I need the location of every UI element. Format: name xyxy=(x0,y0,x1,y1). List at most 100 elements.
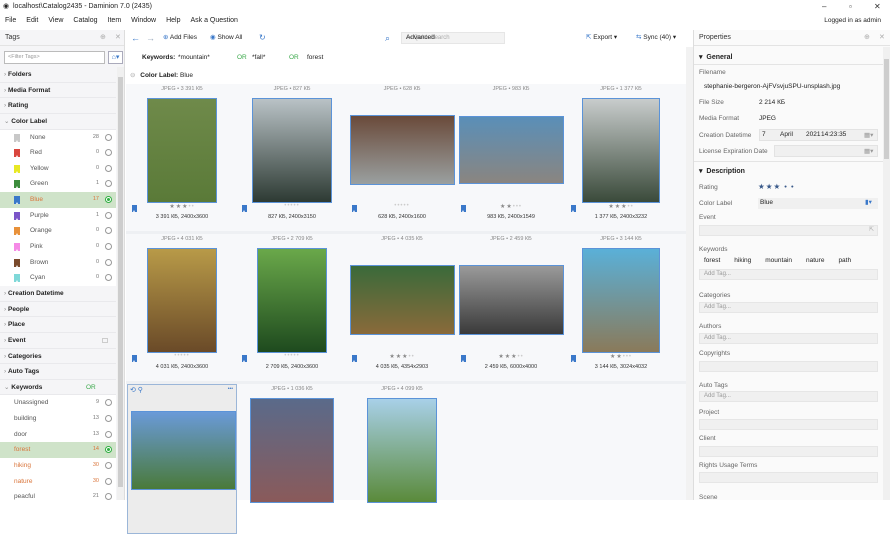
keyword-tag[interactable]: path xyxy=(838,257,851,264)
tag-section-place[interactable]: › Place xyxy=(0,317,116,333)
categories-add-tag-input[interactable]: Add Tag... xyxy=(699,302,878,313)
menu-file[interactable]: File xyxy=(0,13,21,29)
rating-stars[interactable]: ••••• xyxy=(347,203,457,209)
thumbnail-tile[interactable]: JPEG • 2 459 КБ ★★★•• 2 459 КБ, 6000x4000 xyxy=(456,234,566,384)
rating-stars[interactable]: ••••• xyxy=(237,353,347,359)
rating-stars[interactable]: ★★★•• xyxy=(127,203,237,210)
tag-item[interactable]: Blue 17 xyxy=(0,192,116,208)
thumbnail-image[interactable] xyxy=(130,411,236,490)
tag-item[interactable]: Cyan 0 xyxy=(0,270,116,286)
properties-scrollbar[interactable] xyxy=(883,47,890,500)
thumbnail-image[interactable] xyxy=(257,247,327,353)
tag-section-keywords[interactable]: ⌄ Keywords OR xyxy=(0,379,116,396)
close-panel-icon[interactable]: ✕ xyxy=(879,30,885,46)
select-radio[interactable] xyxy=(105,274,112,282)
thumbnail-tile[interactable]: JPEG • 3 391 КБ ★★★•• 3 391 КБ, 2400x3600 xyxy=(127,84,237,234)
tag-item[interactable]: Orange 0 xyxy=(0,223,116,240)
refresh-icon[interactable]: ↻ xyxy=(259,30,266,46)
tag-section-event[interactable]: › Event xyxy=(0,332,116,349)
tag-item[interactable]: Brown 0 xyxy=(0,254,116,271)
more-options-icon[interactable]: ••• xyxy=(228,386,233,392)
tag-section-folders[interactable]: › Folders xyxy=(0,67,116,83)
close-window-button[interactable]: ✕ xyxy=(874,0,881,13)
tag-section-color-label[interactable]: ⌄ Color Label xyxy=(0,113,116,130)
tag-item[interactable]: Purple 1 xyxy=(0,207,116,224)
add-files-button[interactable]: ⊕ Add Files xyxy=(163,30,197,46)
color-label-filter-value[interactable]: Blue xyxy=(180,72,193,79)
select-radio[interactable] xyxy=(105,227,112,235)
license-expiration-picker[interactable]: ▦▾ xyxy=(774,145,878,157)
bookmark-dropdown-icon[interactable]: ▮▾ xyxy=(865,198,872,206)
tag-item[interactable]: Yellow 0 xyxy=(0,160,116,177)
scrollbar-thumb[interactable] xyxy=(884,59,889,159)
menu-window[interactable]: Window xyxy=(126,13,161,29)
keywords-add-tag-input[interactable]: Add Tag... xyxy=(699,269,878,280)
rating-stars[interactable]: ★★••• xyxy=(566,353,676,360)
external-link-icon[interactable]: ⇱ xyxy=(869,226,874,235)
menu-item[interactable]: Item xyxy=(103,13,127,29)
thumbnail-tile[interactable]: JPEG • 628 КБ ••••• 628 КБ, 2400x1600 xyxy=(347,84,457,234)
authors-add-tag-input[interactable]: Add Tag... xyxy=(699,333,878,344)
select-radio[interactable] xyxy=(105,211,112,219)
tag-filter-dropdown-button[interactable]: ⌂▾ xyxy=(108,51,123,64)
thumbnail-image[interactable] xyxy=(458,116,564,184)
or-toggle[interactable]: OR xyxy=(86,380,96,396)
keyword-tag[interactable]: mountain xyxy=(765,257,792,264)
export-button[interactable]: ⇱ Export ▾ xyxy=(586,30,617,46)
pin-icon[interactable]: ⊕ xyxy=(864,30,870,46)
thumbnail-tile[interactable]: JPEG • 4 035 КБ ★★★•• 4 035 КБ, 4354x2903 xyxy=(347,234,457,384)
thumbnail-tile[interactable]: JPEG • 983 КБ ★★••• 983 КБ, 2400x1549 xyxy=(456,84,566,234)
show-all-button[interactable]: ◉ Show All xyxy=(210,30,242,46)
select-radio[interactable] xyxy=(105,477,112,485)
thumbnail-image[interactable] xyxy=(367,397,437,503)
tag-item[interactable]: peacful 21 xyxy=(0,489,116,505)
keyword-tag[interactable]: forest xyxy=(704,257,720,264)
keyword-filter-forest[interactable]: forest xyxy=(307,53,323,63)
thumbnail-image[interactable] xyxy=(252,97,332,203)
select-radio[interactable] xyxy=(105,180,112,188)
thumbnail-image[interactable] xyxy=(250,397,334,503)
creation-datetime-picker[interactable]: 7 April 2021 14:23:35 ▦▾ xyxy=(759,129,878,141)
rating-stars[interactable]: ★★★•• xyxy=(566,203,676,210)
select-radio[interactable] xyxy=(105,462,112,470)
forward-arrow-icon[interactable]: → xyxy=(146,30,155,46)
thumbnail-tile[interactable]: JPEG • 4 099 КБ xyxy=(347,384,457,534)
thumbnail-tile[interactable]: JPEG • 3 144 КБ ★★••• 3 144 КБ, 3024x4032 xyxy=(566,234,676,384)
or-operator[interactable]: OR xyxy=(289,53,299,63)
menu-help[interactable]: Help xyxy=(161,13,185,29)
select-radio[interactable] xyxy=(105,133,112,141)
tag-section-media-format[interactable]: › Media Format xyxy=(0,82,116,99)
thumbnail-tile[interactable]: JPEG • 1 377 КБ ★★★•• 1 377 КБ, 2400x3232 xyxy=(566,84,676,234)
copyrights-input[interactable] xyxy=(699,361,878,372)
tag-section-creation-datetime[interactable]: › Creation Datetime xyxy=(0,285,116,302)
scrollbar-thumb[interactable] xyxy=(118,77,123,487)
sync-button[interactable]: ⇆ Sync (40) ▾ xyxy=(636,30,676,46)
maximize-button[interactable]: ▫ xyxy=(849,0,852,13)
or-operator[interactable]: OR xyxy=(237,53,247,63)
color-label-select[interactable]: Blue ▮▾ xyxy=(758,198,878,209)
project-input[interactable] xyxy=(699,419,878,430)
calendar-icon[interactable]: ▦▾ xyxy=(864,147,873,155)
minimize-button[interactable]: – xyxy=(822,0,826,13)
close-panel-icon[interactable]: ✕ xyxy=(115,30,121,46)
tag-section-categories[interactable]: › Categories xyxy=(0,348,116,365)
thumbnail-tile[interactable]: JPEG • 4 031 КБ ••••• 4 031 КБ, 2400x3600 xyxy=(127,234,237,384)
checkbox-icon[interactable] xyxy=(102,337,108,343)
advanced-search-button[interactable]: Advanced xyxy=(406,30,435,46)
filter-tags-input[interactable]: <Filter Tags> xyxy=(4,51,105,64)
select-radio[interactable] xyxy=(105,415,112,423)
thumbnail-image[interactable] xyxy=(349,264,455,335)
rights-usage-terms-input[interactable] xyxy=(699,472,878,483)
select-radio[interactable] xyxy=(105,149,112,157)
tag-item[interactable]: hiking 30 xyxy=(0,458,116,474)
calendar-icon[interactable]: ▦▾ xyxy=(864,131,873,139)
description-section-header[interactable]: ▾ Description xyxy=(699,167,745,175)
menu-ask-question[interactable]: Ask a Question xyxy=(185,13,242,29)
select-radio[interactable] xyxy=(105,258,112,266)
keyword-tag[interactable]: hiking xyxy=(734,257,751,264)
thumbnail-tile[interactable]: JPEG • 1 036 КБ xyxy=(237,384,347,534)
tags-scrollbar[interactable] xyxy=(117,67,124,500)
select-radio[interactable] xyxy=(105,399,112,407)
select-radio[interactable] xyxy=(105,446,112,454)
tag-item[interactable]: None 28 xyxy=(0,129,116,146)
